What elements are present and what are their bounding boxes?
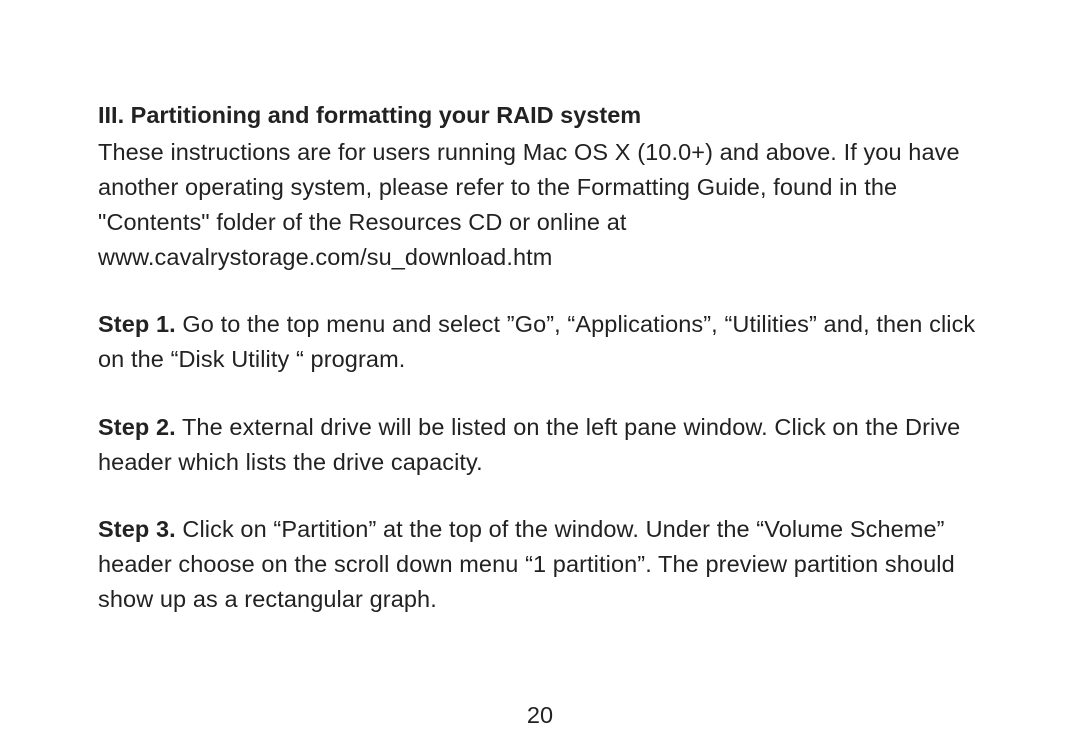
step-1-label: Step 1. xyxy=(98,311,176,337)
step-2-label: Step 2. xyxy=(98,414,176,440)
step-3: Step 3. Click on “Partition” at the top … xyxy=(98,512,986,616)
page-number: 20 xyxy=(0,702,1080,729)
step-1: Step 1. Go to the top menu and select ”G… xyxy=(98,307,986,377)
document-page: III. Partitioning and formatting your RA… xyxy=(0,0,1080,755)
section-heading: III. Partitioning and formatting your RA… xyxy=(98,98,986,133)
step-2: Step 2. The external drive will be liste… xyxy=(98,410,986,480)
step-3-text: Click on “Partition” at the top of the w… xyxy=(98,516,955,612)
step-3-label: Step 3. xyxy=(98,516,176,542)
step-1-text: Go to the top menu and select ”Go”, “App… xyxy=(98,311,975,372)
intro-paragraph: These instructions are for users running… xyxy=(98,135,986,274)
step-2-text: The external drive will be listed on the… xyxy=(98,414,960,475)
